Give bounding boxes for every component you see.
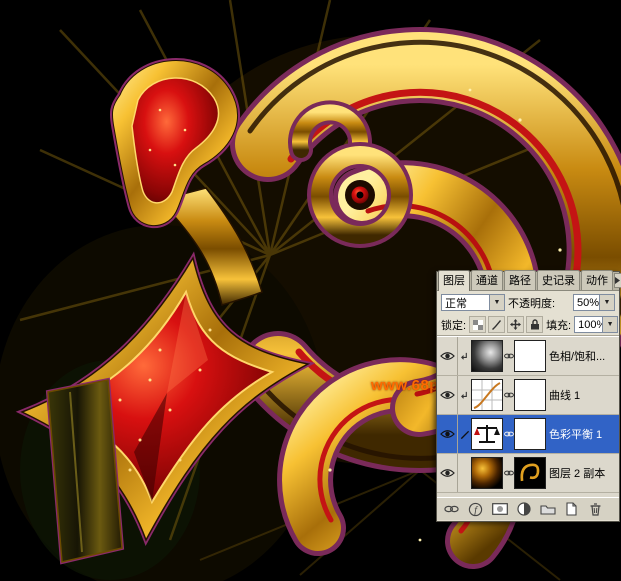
- clip-arrow-icon: [460, 351, 469, 362]
- visibility-toggle[interactable]: [437, 337, 458, 375]
- opacity-input[interactable]: 50% ▼: [573, 294, 615, 311]
- lock-all-button[interactable]: [526, 316, 543, 333]
- delete-layer-icon[interactable]: [587, 502, 604, 517]
- layer-name[interactable]: 图层 2 副本: [549, 465, 619, 481]
- lock-transparent-button[interactable]: [469, 316, 486, 333]
- layer-name[interactable]: 色相/饱和...: [549, 348, 619, 364]
- brush-indicator: [458, 415, 471, 453]
- visibility-toggle[interactable]: [437, 376, 458, 414]
- indicator-spacer: [458, 454, 471, 492]
- brush-icon: [491, 319, 502, 330]
- lock-position-button[interactable]: [507, 316, 524, 333]
- color-balance-icon: [472, 419, 502, 449]
- mask-thumbnail[interactable]: [514, 418, 546, 450]
- mask-thumbnail[interactable]: [514, 457, 546, 489]
- lock-fill-row: 锁定:: [437, 314, 619, 336]
- opacity-label: 不透明度:: [508, 295, 555, 311]
- padlock-icon: [530, 319, 540, 330]
- move-icon: [510, 319, 521, 330]
- mask-thumbnail[interactable]: [514, 340, 546, 372]
- panel-menu-button[interactable]: [614, 273, 621, 288]
- fill-value: 100%: [575, 319, 602, 331]
- adjustment-thumbnail[interactable]: [471, 340, 503, 372]
- blend-mode-select[interactable]: 正常 ▼: [441, 294, 505, 311]
- panel-tab-bar: 图层 通道 路径 史记录 动作: [437, 272, 619, 291]
- layer-name[interactable]: 色彩平衡 1: [549, 426, 619, 442]
- tab-history[interactable]: 史记录: [537, 270, 580, 290]
- lock-pixels-button[interactable]: [488, 316, 505, 333]
- spiral-eye: [320, 155, 400, 235]
- opacity-value: 50%: [574, 297, 599, 309]
- chevron-down-icon: ▼: [599, 295, 614, 310]
- checkerboard-icon: [473, 320, 483, 330]
- blend-opacity-row: 正常 ▼ 不透明度: 50% ▼: [437, 291, 619, 314]
- brush-icon: [459, 429, 470, 440]
- gold-glyph-icon: [515, 458, 545, 488]
- fill-input[interactable]: 100% ▼: [574, 316, 618, 333]
- tab-actions[interactable]: 动作: [581, 270, 613, 290]
- clip-arrow-icon: [460, 390, 469, 401]
- mask-thumbnail[interactable]: [514, 379, 546, 411]
- layer-list: 色相/饱和...: [437, 336, 619, 497]
- tab-layers[interactable]: 图层: [438, 270, 470, 291]
- new-adjustment-layer-icon[interactable]: [515, 502, 532, 517]
- visibility-toggle[interactable]: [437, 415, 458, 453]
- mask-link-icon: [503, 430, 514, 438]
- blend-mode-value: 正常: [442, 295, 489, 311]
- layer-row-curves[interactable]: 曲线 1: [437, 376, 619, 415]
- mask-link-icon: [503, 469, 514, 477]
- tab-channels[interactable]: 通道: [471, 270, 503, 290]
- curves-icon: [472, 380, 502, 410]
- clip-indicator: [458, 337, 471, 375]
- layer-row-hue-saturation[interactable]: 色相/饱和...: [437, 337, 619, 376]
- new-layer-icon[interactable]: [563, 502, 580, 517]
- eye-icon: [440, 351, 455, 361]
- layer-row-color-balance[interactable]: 色彩平衡 1: [437, 415, 619, 454]
- layer-thumbnail[interactable]: [471, 457, 503, 489]
- mask-link-icon: [503, 352, 514, 360]
- layers-panel: 图层 通道 路径 史记录 动作 正常 ▼ 不透明度: 50% ▼: [436, 271, 620, 522]
- eye-icon: [440, 429, 455, 439]
- chevron-down-icon: ▼: [602, 317, 617, 332]
- visibility-toggle[interactable]: [437, 454, 458, 492]
- lock-buttons: [469, 316, 543, 333]
- clip-indicator: [458, 376, 471, 414]
- eye-icon: [440, 468, 455, 478]
- link-layers-icon[interactable]: [443, 502, 460, 517]
- chevron-down-icon: ▼: [489, 295, 504, 310]
- layer-name[interactable]: 曲线 1: [549, 387, 619, 403]
- add-layer-mask-icon[interactable]: [491, 502, 508, 517]
- lock-label: 锁定:: [441, 317, 466, 333]
- bottom-left-stroke: [48, 380, 122, 562]
- adjustment-thumbnail[interactable]: [471, 418, 503, 450]
- adjustment-thumbnail[interactable]: [471, 379, 503, 411]
- mask-link-icon: [503, 391, 514, 399]
- layers-panel-bottom-bar: f: [437, 497, 619, 520]
- panel-menu-icon: [615, 276, 621, 285]
- tab-paths[interactable]: 路径: [504, 270, 536, 290]
- fill-label: 填充:: [546, 317, 571, 333]
- layer-style-icon[interactable]: f: [467, 502, 484, 517]
- photoshop-canvas: www.68ps.com 图层 通道 路径 史记录 动作 正常 ▼ 不透明度:: [0, 0, 621, 581]
- eye-icon: [440, 390, 455, 400]
- new-group-icon[interactable]: [539, 502, 556, 517]
- layer-row-layer2-copy[interactable]: 图层 2 副本: [437, 454, 619, 493]
